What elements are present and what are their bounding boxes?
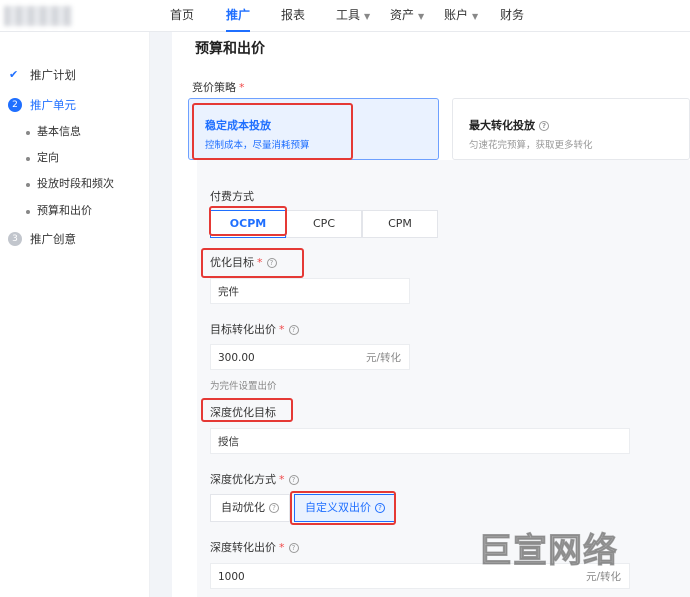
sidebar-step-creative[interactable]: 3 推广创意 <box>0 229 150 249</box>
strategy-label: 竞价策略 * <box>192 81 245 94</box>
help-icon: ? <box>288 543 299 553</box>
deep-mode-auto-button[interactable]: 自动优化? <box>210 494 290 522</box>
bullet-icon <box>26 210 30 214</box>
chevron-down-icon: ▼ <box>364 12 371 21</box>
nav-finance[interactable]: 财务 <box>500 0 524 32</box>
sidebar-sub-basic-info[interactable]: 基本信息 <box>0 122 150 142</box>
billing-option-cpc[interactable]: CPC <box>286 210 362 238</box>
highlight-box-deep-goal <box>201 398 293 422</box>
billing-label: 付费方式 <box>210 190 254 203</box>
top-nav: 首页 推广 报表 工具 ▼ 资产 ▼ 账户 ▼ 财务 <box>0 0 690 32</box>
step-number-icon: 2 <box>8 98 22 112</box>
target-bid-unit: 元/转化 <box>365 352 401 364</box>
nav-reports[interactable]: 报表 <box>281 0 305 32</box>
billing-option-cpm[interactable]: CPM <box>362 210 438 238</box>
deep-bid-label: 深度转化出价 *? <box>210 539 299 555</box>
deep-goal-select[interactable]: 授信 <box>210 428 630 454</box>
main-panel: 预算和出价 竞价策略 * 稳定成本投放 控制成本，尽量消耗预算 最大转化投放? 匀… <box>172 32 690 597</box>
nav-tools[interactable]: 工具 ▼ <box>336 0 370 32</box>
highlight-box-custom-bid <box>290 491 396 525</box>
help-icon: ? <box>288 325 299 335</box>
highlight-box-ocpm <box>209 206 287 236</box>
help-icon: ? <box>288 475 299 485</box>
target-bid-input[interactable]: 300.00 元/转化 <box>210 344 410 370</box>
chevron-down-icon: ▼ <box>418 12 425 21</box>
chevron-down-icon: ▼ <box>472 12 479 21</box>
nav-promotion[interactable]: 推广 <box>226 0 251 32</box>
step-number-icon: 3 <box>8 232 22 246</box>
logo <box>4 6 72 26</box>
bullet-icon <box>26 183 30 187</box>
strategy-card-max-conversion[interactable]: 最大转化投放? 匀速花完预算，获取更多转化 <box>452 98 690 160</box>
deep-mode-label: 深度优化方式 *? <box>210 471 299 487</box>
bullet-icon <box>26 157 30 161</box>
optimize-goal-select[interactable]: 完件 <box>210 278 410 304</box>
sidebar: ✔ 推广计划 2 推广单元 基本信息 定向 投放时段和频次 预算和出价 3 推广… <box>0 32 150 597</box>
highlight-box-strategy <box>192 103 353 160</box>
highlight-box-optimize-goal <box>201 248 304 278</box>
sidebar-sub-schedule[interactable]: 投放时段和频次 <box>0 174 150 194</box>
sidebar-step-plan[interactable]: ✔ 推广计划 <box>0 65 150 85</box>
help-icon: ? <box>539 121 549 131</box>
watermark: 巨宣网络 <box>478 531 618 572</box>
nav-account[interactable]: 账户 ▼ <box>444 0 478 32</box>
check-icon: ✔ <box>9 68 19 81</box>
sidebar-sub-budget-bid[interactable]: 预算和出价 <box>0 201 150 221</box>
help-icon: ? <box>269 503 279 513</box>
target-bid-hint: 为完件设置出价 <box>210 381 277 392</box>
sidebar-step-unit[interactable]: 2 推广单元 <box>0 95 150 115</box>
bullet-icon <box>26 131 30 135</box>
sidebar-sub-targeting[interactable]: 定向 <box>0 148 150 168</box>
nav-assets[interactable]: 资产 ▼ <box>390 0 424 32</box>
nav-home[interactable]: 首页 <box>170 0 194 32</box>
target-bid-label: 目标转化出价 *? <box>210 321 299 337</box>
page-title: 预算和出价 <box>195 41 265 57</box>
